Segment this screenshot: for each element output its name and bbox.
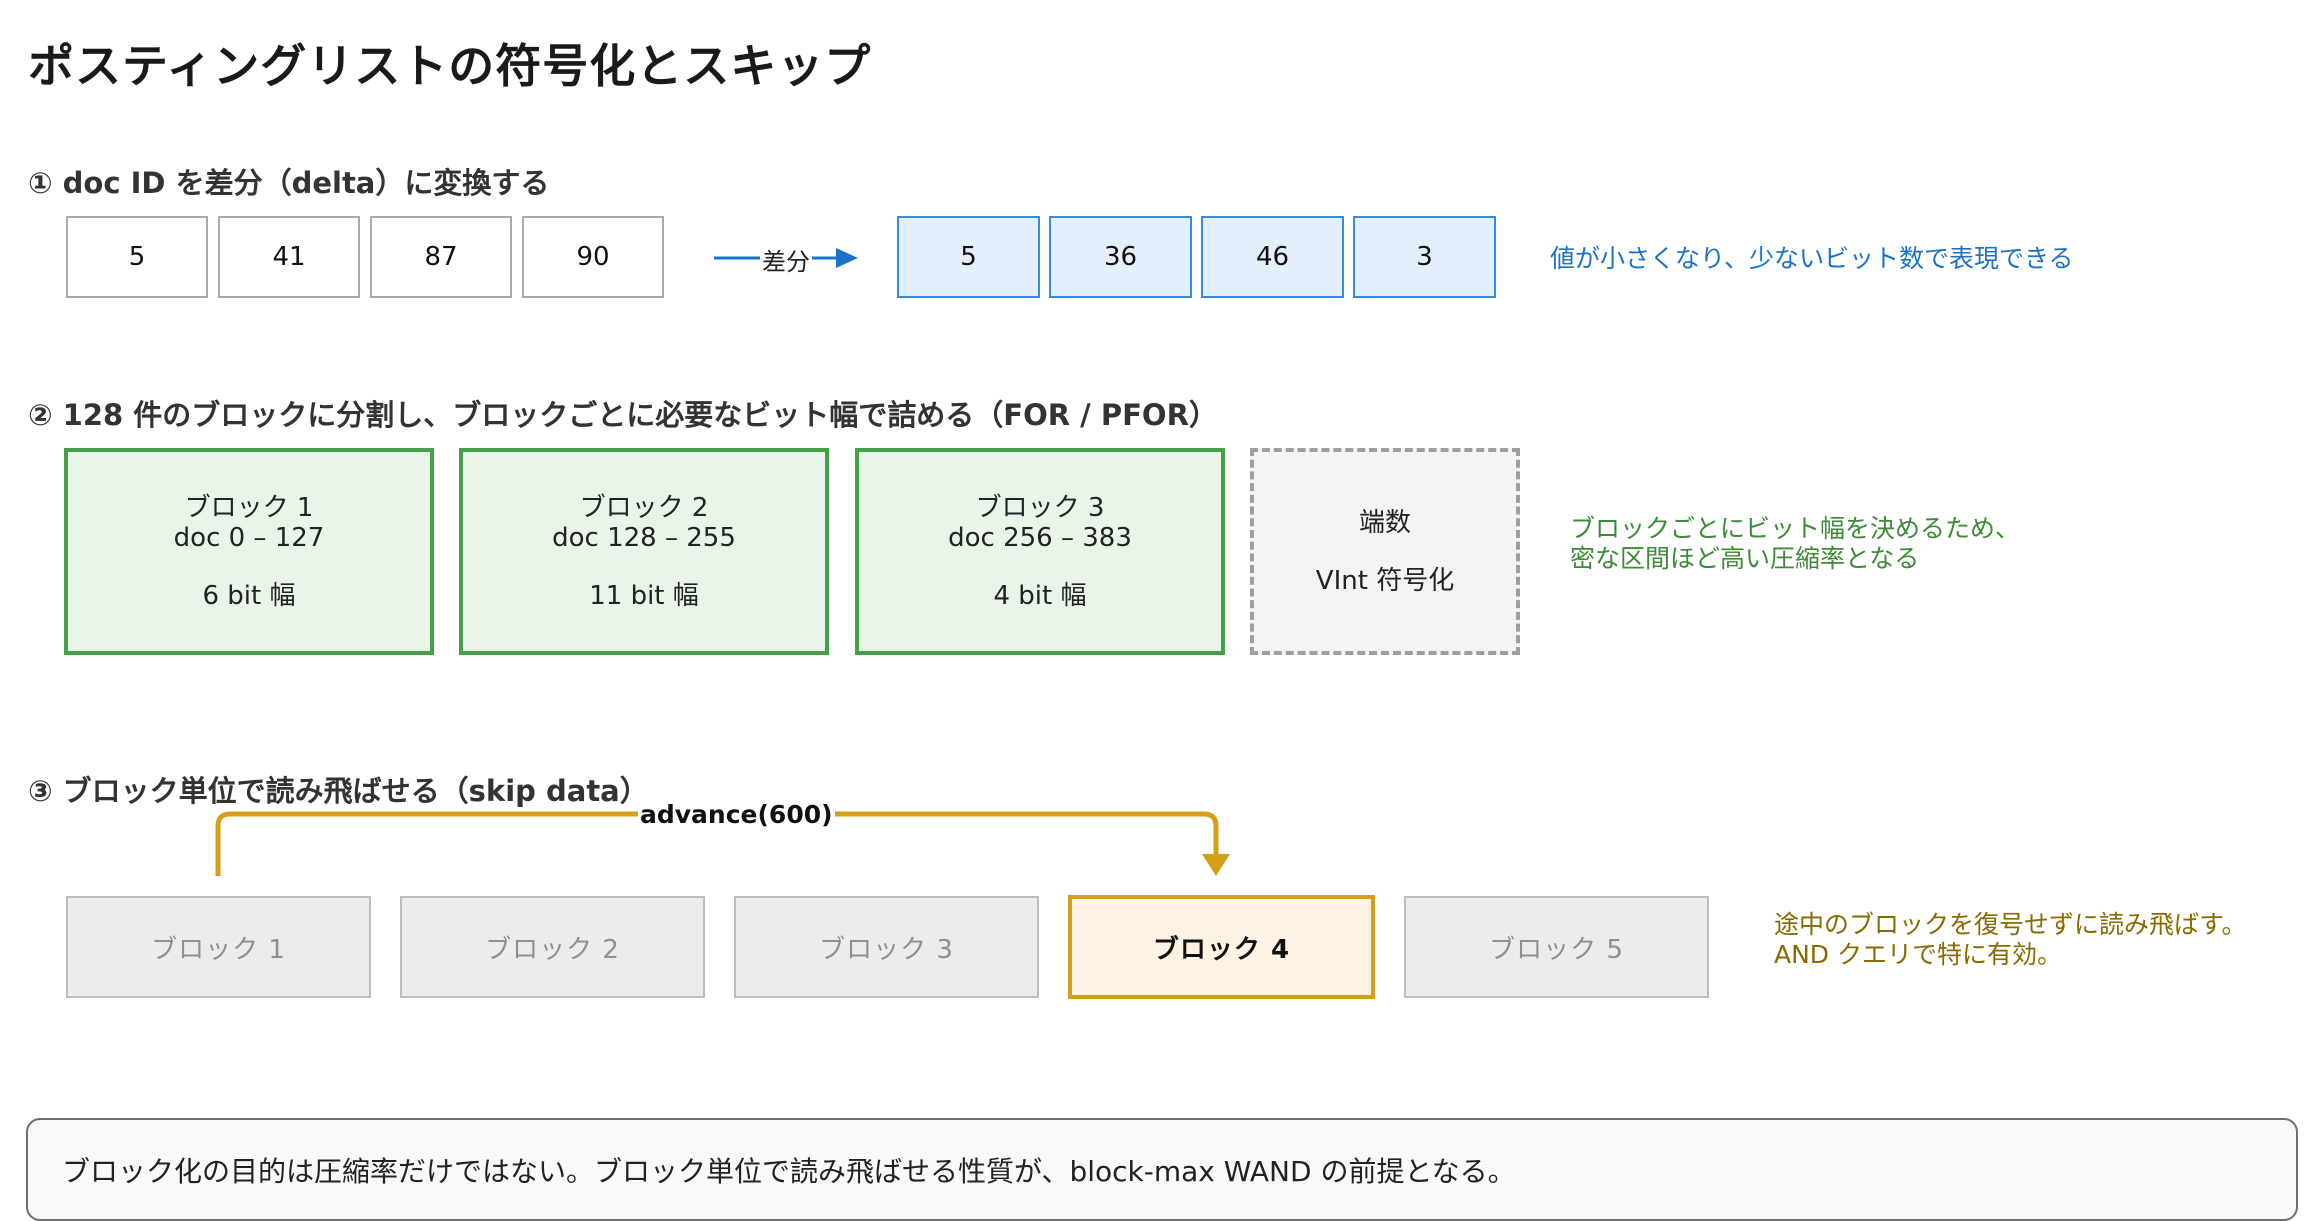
block-range: doc 256 – 383 [948,522,1132,553]
tail-name: 端数 [1358,507,1411,538]
block-bit-width: 6 bit 幅 [202,580,296,611]
tail-encoding: VInt 符号化 [1315,565,1455,596]
section2-heading: ② 128 件のブロックに分割し、ブロックごとに必要なビット幅で詰める（FOR … [28,398,1218,432]
block-name: ブロック 1 [184,492,314,523]
doc-id-box: 90 [522,216,664,298]
summary-text: ブロック化の目的は圧縮率だけではない。ブロック単位で読み飛ばせる性質が、bloc… [62,1154,1516,1188]
section1-heading: ① doc ID を差分（delta）に変換する [28,166,550,200]
skip-target-block-4: ブロック 4 [1068,895,1375,999]
block-name: ブロック 3 [975,492,1105,523]
delta-note: 値が小さくなり、少ないビット数で表現できる [1550,244,2074,273]
encoded-block-1: ブロック 1 doc 0 – 127 6 bit 幅 [64,448,434,655]
skip-note-line: AND クエリで特に有効。 [1774,940,2063,969]
advance-label: advance(600) [638,800,835,829]
skip-block-3: ブロック 3 [734,896,1039,998]
tail-block: 端数 VInt 符号化 [1250,448,1520,655]
block-name: ブロック 2 [579,492,709,523]
doc-id-box: 5 [66,216,208,298]
delta-box: 36 [1049,216,1192,298]
skip-block-2: ブロック 2 [400,896,705,998]
block-range: doc 0 – 127 [173,522,325,553]
delta-box: 5 [897,216,1040,298]
block-bit-width: 4 bit 幅 [993,580,1087,611]
delta-arrow-label: 差分 [760,242,812,277]
block-note-line: ブロックごとにビット幅を決めるため、 [1570,514,2021,543]
page-title: ポスティングリストの符号化とスキップ [28,39,872,93]
block-range: doc 128 – 255 [552,522,736,553]
skip-note: 途中のブロックを復号せずに読み飛ばす。 AND クエリで特に有効。 [1774,910,2247,970]
encoded-block-3: ブロック 3 doc 256 – 383 4 bit 幅 [855,448,1225,655]
skip-note-line: 途中のブロックを復号せずに読み飛ばす。 [1774,910,2247,939]
encoded-block-2: ブロック 2 doc 128 – 255 11 bit 幅 [459,448,829,655]
block-bit-width: 11 bit 幅 [589,580,699,611]
skip-block-5: ブロック 5 [1404,896,1709,998]
doc-id-box: 41 [218,216,360,298]
block-note-line: 密な区間ほど高い圧縮率となる [1570,544,1920,573]
skip-block-1: ブロック 1 [66,896,371,998]
delta-box: 46 [1201,216,1344,298]
delta-box: 3 [1353,216,1496,298]
summary-box: ブロック化の目的は圧縮率だけではない。ブロック単位で読み飛ばせる性質が、bloc… [26,1118,2298,1221]
block-note: ブロックごとにビット幅を決めるため、 密な区間ほど高い圧縮率となる [1570,514,2020,574]
doc-id-box: 87 [370,216,512,298]
